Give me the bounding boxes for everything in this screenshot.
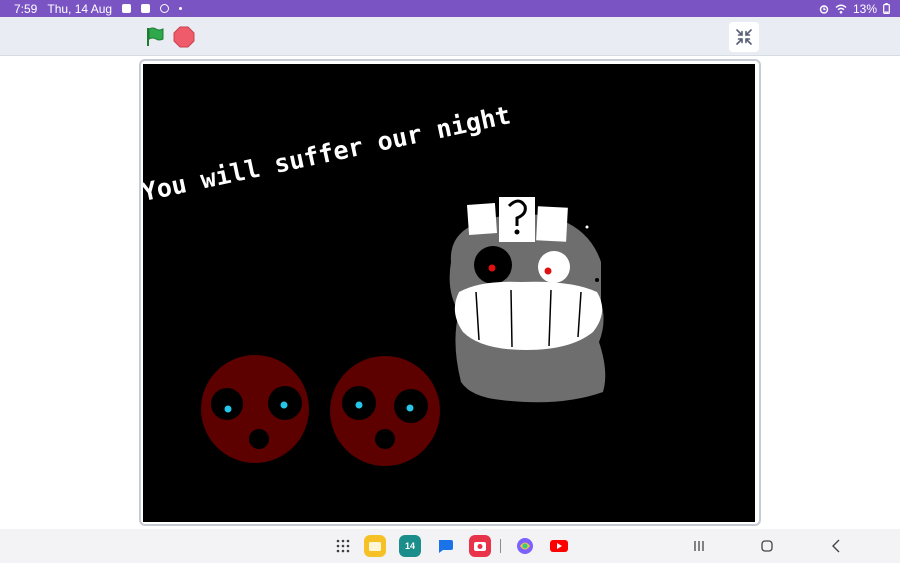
- app-drawer-icon[interactable]: [332, 535, 354, 557]
- status-date: Thu, 14 Aug: [47, 1, 113, 16]
- navigation-bar: 14: [0, 529, 900, 563]
- exit-fullscreen-button[interactable]: [729, 22, 759, 52]
- status-time: 7:59: [14, 1, 38, 16]
- dock-divider: [500, 539, 501, 553]
- camera-icon[interactable]: [469, 535, 491, 557]
- battery-percent: 13%: [852, 1, 877, 16]
- home-button[interactable]: [757, 536, 777, 556]
- red-face-sprite[interactable]: [329, 356, 441, 466]
- calendar-day: 14: [404, 541, 415, 551]
- green-flag-icon[interactable]: [144, 26, 166, 48]
- calendar-icon[interactable]: 14: [399, 535, 421, 557]
- exit-fullscreen-icon: [736, 29, 752, 45]
- more-notifications-icon: [179, 7, 183, 10]
- messages-icon[interactable]: [434, 535, 456, 557]
- battery-saver-icon: [122, 4, 132, 13]
- home-icon: [761, 540, 773, 552]
- recent-apps-icon: [694, 541, 704, 551]
- youtube-icon[interactable]: [548, 535, 570, 557]
- my-files-icon[interactable]: [364, 535, 386, 557]
- back-icon: [832, 539, 840, 553]
- recent-apps-button[interactable]: [689, 536, 709, 556]
- stage-frame: You will suffer our night: [139, 59, 761, 526]
- stage[interactable]: You will suffer our night: [143, 64, 755, 522]
- status-bar: 7:59 Thu, 14 Aug 13%: [0, 0, 900, 17]
- battery-icon: [883, 3, 890, 14]
- back-button[interactable]: [826, 536, 846, 556]
- stop-icon[interactable]: [173, 26, 195, 48]
- grinning-sprite[interactable]: [441, 192, 613, 408]
- copilot-icon[interactable]: [514, 535, 536, 557]
- check-icon: [141, 4, 151, 13]
- stage-message: You will suffer our night: [143, 100, 514, 207]
- whatsapp-icon: [160, 4, 170, 13]
- red-face-sprite[interactable]: [199, 354, 311, 464]
- alarm-icon: [819, 4, 829, 14]
- wifi-icon: [835, 4, 847, 14]
- player-toolbar: [0, 17, 900, 56]
